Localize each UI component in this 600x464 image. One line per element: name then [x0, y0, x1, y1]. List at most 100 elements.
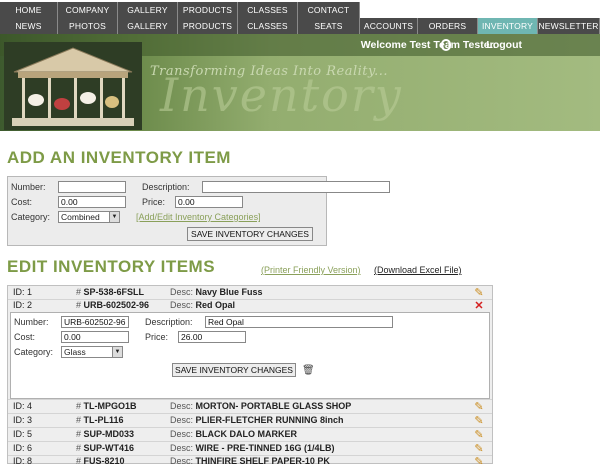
- nav-orders[interactable]: ORDERS: [418, 18, 478, 34]
- inventory-row[interactable]: ID: 1 # SP-538-6FSLL Desc: Navy Blue Fus…: [8, 287, 492, 299]
- save-item-button[interactable]: SAVE INVENTORY CHANGES: [172, 363, 296, 377]
- logout-icon[interactable]: [441, 39, 451, 51]
- item-sku: SUP-WT416: [83, 443, 135, 453]
- trash-icon[interactable]: 🗑: [302, 365, 315, 376]
- row-divider: [8, 399, 492, 400]
- pencil-icon[interactable]: ✎: [473, 443, 485, 455]
- item-desc: WIRE - PRE-TINNED 16G (1/4LB): [195, 443, 335, 453]
- nav-classes-admin[interactable]: CLASSES: [238, 18, 298, 34]
- item-sku: URB-602502-96: [83, 300, 150, 310]
- pencil-icon[interactable]: ✎: [473, 456, 485, 464]
- sku-prefix: #: [76, 415, 82, 425]
- nav-accounts[interactable]: ACCOUNTS: [360, 18, 418, 34]
- number-label: Number:: [14, 317, 49, 327]
- nav-classes[interactable]: CLASSES: [238, 2, 298, 18]
- desc-prefix: Desc:: [170, 300, 194, 310]
- nav-news[interactable]: NEWS: [0, 18, 58, 34]
- description-label: Description:: [142, 182, 190, 192]
- desc-prefix: Desc:: [170, 456, 194, 464]
- cost-input[interactable]: 0.00: [58, 196, 126, 208]
- nav-contact[interactable]: CONTACT: [298, 2, 360, 18]
- edit-price-input[interactable]: 26.00: [178, 331, 246, 343]
- pencil-icon[interactable]: ✎: [473, 415, 485, 427]
- id-prefix: ID:: [13, 456, 25, 464]
- id-prefix: ID:: [13, 443, 25, 453]
- category-label: Category:: [14, 347, 54, 357]
- nav-newsletter[interactable]: NEWSLETTER: [538, 18, 600, 34]
- item-desc: THINFIRE SHELF PAPER-10 PK: [195, 456, 330, 464]
- nav-photos[interactable]: PHOTOS: [58, 18, 118, 34]
- sku-prefix: #: [76, 287, 82, 297]
- desc-prefix: Desc:: [170, 287, 194, 297]
- logout-link[interactable]: Logout: [486, 39, 522, 51]
- save-inventory-button[interactable]: SAVE INVENTORY CHANGES: [187, 227, 313, 241]
- category-select-value: Combined: [61, 212, 100, 222]
- download-excel-link[interactable]: (Download Excel File): [374, 265, 462, 275]
- top-nav-admin: NEWS PHOTOS GALLERY PRODUCTS CLASSES SEA…: [0, 18, 600, 34]
- inventory-row[interactable]: ID: 2 # URB-602502-96 Desc: Red Opal ✕: [8, 300, 492, 312]
- nav-gallery[interactable]: GALLERY: [118, 2, 178, 18]
- sku-prefix: #: [76, 300, 82, 310]
- item-sku: FUS-8210: [83, 456, 125, 464]
- sku-prefix: #: [76, 429, 82, 439]
- row-divider: [8, 427, 492, 428]
- desc-prefix: Desc:: [170, 443, 194, 453]
- price-input[interactable]: 0.00: [175, 196, 243, 208]
- item-desc: PLIER-FLETCHER RUNNING 8inch: [195, 415, 344, 425]
- category-label: Category:: [11, 212, 51, 222]
- edit-number-input[interactable]: URB-602502-96: [61, 316, 129, 328]
- inventory-row[interactable]: ID: 6 # SUP-WT416 Desc: WIRE - PRE-TINNE…: [8, 443, 492, 455]
- item-desc: BLACK DALO MARKER: [195, 429, 298, 439]
- desc-prefix: Desc:: [170, 415, 194, 425]
- id-prefix: ID:: [13, 300, 25, 310]
- item-id: 2: [27, 300, 33, 310]
- edit-categories-link[interactable]: [Add/Edit Inventory Categories]: [136, 212, 261, 222]
- sku-prefix: #: [76, 456, 82, 464]
- item-desc: MORTON- PORTABLE GLASS SHOP: [195, 401, 352, 411]
- chevron-down-icon: ▼: [112, 347, 122, 357]
- description-label: Description:: [145, 317, 193, 327]
- edit-items-heading: EDIT INVENTORY ITEMS: [7, 257, 216, 276]
- sku-prefix: #: [76, 401, 82, 411]
- row-divider: [8, 441, 492, 442]
- row-divider: [8, 413, 492, 414]
- pencil-icon[interactable]: ✎: [473, 287, 485, 299]
- id-prefix: ID:: [13, 429, 25, 439]
- item-id: 4: [27, 401, 33, 411]
- item-id: 1: [27, 287, 33, 297]
- top-nav-primary: HOME COMPANY GALLERY PRODUCTS CLASSES CO…: [0, 2, 360, 18]
- edit-category-select[interactable]: Glass ▼: [61, 346, 123, 358]
- banner-tagline: Transforming Ideas Into Reality...: [150, 64, 389, 79]
- pencil-icon[interactable]: ✎: [473, 429, 485, 441]
- edit-category-select-value: Glass: [64, 347, 86, 357]
- category-select[interactable]: Combined ▼: [58, 211, 120, 223]
- nav-home[interactable]: HOME: [0, 2, 58, 18]
- item-sku: SP-538-6FSLL: [83, 287, 145, 297]
- inventory-row[interactable]: ID: 3 # TL-PL116 Desc: PLIER-FLETCHER RU…: [8, 415, 492, 427]
- nav-gallery-admin[interactable]: GALLERY: [118, 18, 178, 34]
- nav-products-admin[interactable]: PRODUCTS: [178, 18, 238, 34]
- number-label: Number:: [11, 182, 46, 192]
- inventory-row[interactable]: ID: 5 # SUP-MD033 Desc: BLACK DALO MARKE…: [8, 429, 492, 441]
- id-prefix: ID:: [13, 401, 25, 411]
- item-id: 3: [27, 415, 33, 425]
- nav-products[interactable]: PRODUCTS: [178, 2, 238, 18]
- welcome-text: Welcome Test Team Tester.: [360, 39, 496, 51]
- item-id: 5: [27, 429, 33, 439]
- nav-company[interactable]: COMPANY: [58, 2, 118, 18]
- nav-inventory[interactable]: INVENTORY: [478, 18, 538, 34]
- inventory-row[interactable]: ID: 8 # FUS-8210 Desc: THINFIRE SHELF PA…: [8, 456, 492, 464]
- description-input[interactable]: [202, 181, 390, 193]
- nav-seats[interactable]: SEATS: [298, 18, 360, 34]
- close-icon[interactable]: ✕: [473, 300, 485, 312]
- item-sku: TL-PL116: [83, 415, 124, 425]
- item-desc: Navy Blue Fuss: [195, 287, 263, 297]
- edit-description-input[interactable]: Red Opal: [205, 316, 393, 328]
- pencil-icon[interactable]: ✎: [473, 401, 485, 413]
- add-item-form: Number: Description: Cost: 0.00 Price: 0…: [7, 176, 390, 246]
- desc-prefix: Desc:: [170, 429, 194, 439]
- printer-friendly-link[interactable]: (Printer Friendly Version): [261, 265, 361, 275]
- number-input[interactable]: [58, 181, 126, 193]
- edit-cost-input[interactable]: 0.00: [61, 331, 129, 343]
- inventory-row[interactable]: ID: 4 # TL-MPGO1B Desc: MORTON- PORTABLE…: [8, 401, 492, 413]
